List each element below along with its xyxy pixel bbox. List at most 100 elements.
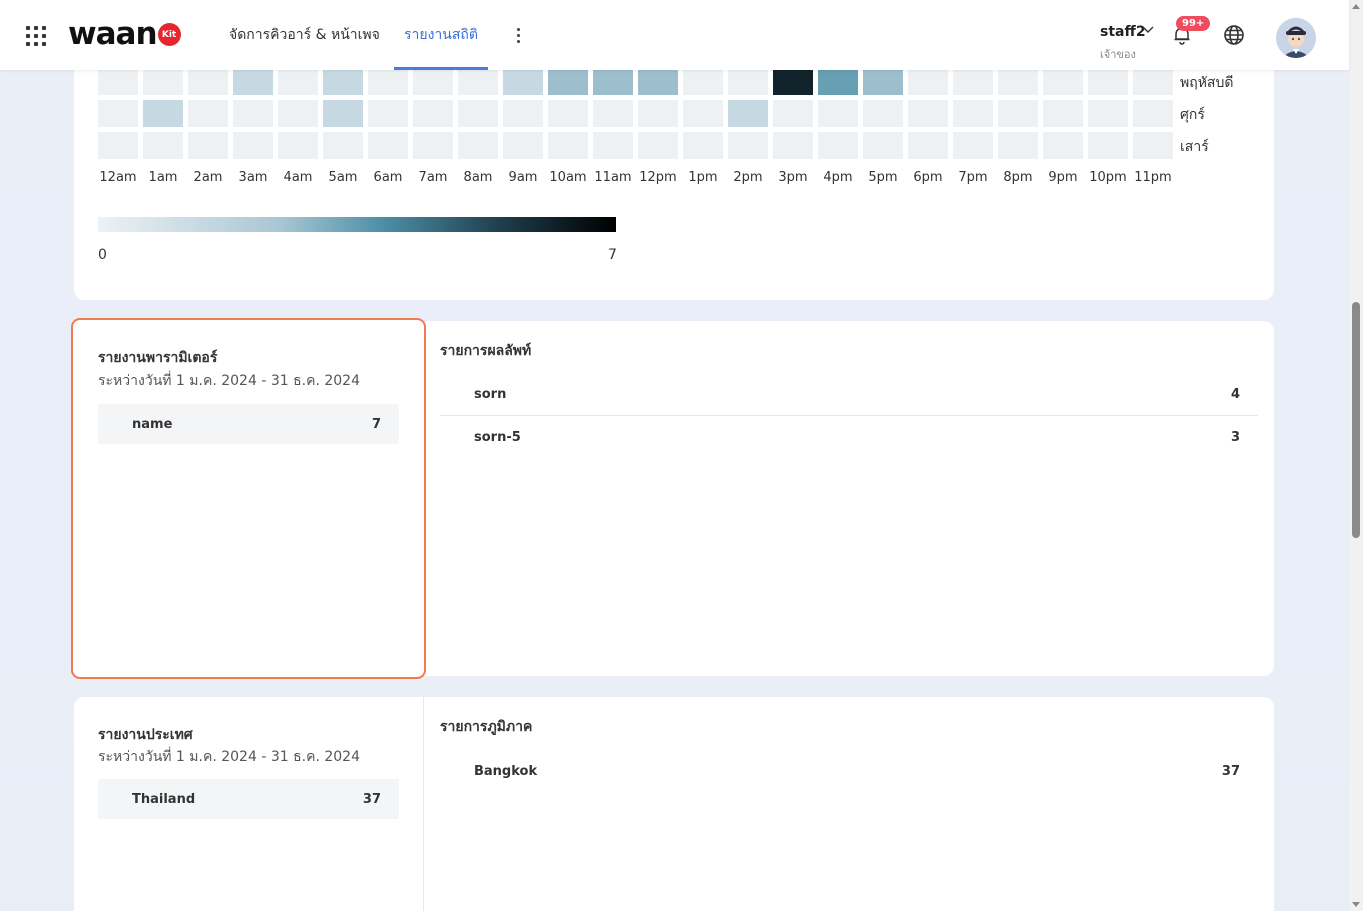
heatmap-cell[interactable] xyxy=(98,132,138,159)
heatmap-cell[interactable] xyxy=(368,100,408,127)
heatmap-cell[interactable] xyxy=(233,132,273,159)
heatmap-cell[interactable] xyxy=(1088,132,1128,159)
heatmap-color-legend xyxy=(98,217,616,232)
heatmap-cell[interactable] xyxy=(593,132,633,159)
heatmap-cell[interactable] xyxy=(323,68,363,95)
heatmap-cell[interactable] xyxy=(908,100,948,127)
heatmap-cell[interactable] xyxy=(773,68,813,95)
heatmap-cell[interactable] xyxy=(593,68,633,95)
heatmap-cell[interactable] xyxy=(413,100,453,127)
heatmap-cell[interactable] xyxy=(818,68,858,95)
heatmap-cell[interactable] xyxy=(188,100,228,127)
heatmap-cell[interactable] xyxy=(908,132,948,159)
heatmap-cell[interactable] xyxy=(638,68,678,95)
heatmap-cell[interactable] xyxy=(548,100,588,127)
heatmap-cell[interactable] xyxy=(863,100,903,127)
user-name[interactable]: staff2 xyxy=(1100,24,1146,40)
heatmap-cell[interactable] xyxy=(323,100,363,127)
heatmap-cell[interactable] xyxy=(683,132,723,159)
tab-manage-qr-pages[interactable]: จัดการคิวอาร์ & หน้าเพจ xyxy=(229,0,380,70)
heatmap-cell[interactable] xyxy=(998,68,1038,95)
heatmap-cell[interactable] xyxy=(98,68,138,95)
heatmap-cell[interactable] xyxy=(458,100,498,127)
scrollbar-thumb[interactable] xyxy=(1352,302,1360,538)
chevron-down-icon[interactable] xyxy=(1142,24,1154,38)
column-divider xyxy=(423,697,424,911)
list-item[interactable]: sorn 4 xyxy=(440,374,1258,416)
heatmap-cell[interactable] xyxy=(278,132,318,159)
globe-icon[interactable] xyxy=(1222,23,1246,47)
heatmap-cell[interactable] xyxy=(458,68,498,95)
heatmap-cell[interactable] xyxy=(503,100,543,127)
heatmap-cell[interactable] xyxy=(728,132,768,159)
heatmap-cell[interactable] xyxy=(593,100,633,127)
scroll-up-arrow-icon[interactable] xyxy=(1352,4,1360,9)
heatmap-cell[interactable] xyxy=(773,100,813,127)
list-item[interactable]: sorn-5 3 xyxy=(440,416,1258,458)
heatmap-cell[interactable] xyxy=(458,132,498,159)
heatmap-cell[interactable] xyxy=(278,68,318,95)
heatmap-cell[interactable] xyxy=(998,132,1038,159)
heatmap-cell[interactable] xyxy=(863,68,903,95)
heatmap-cell[interactable] xyxy=(728,100,768,127)
country-label: Thailand xyxy=(132,791,196,807)
country-row[interactable]: Thailand 37 xyxy=(98,779,399,819)
more-vertical-icon[interactable] xyxy=(508,26,528,46)
heatmap-cell[interactable] xyxy=(908,68,948,95)
waan-kit-logo[interactable]: waan Kit xyxy=(68,16,181,52)
heatmap-cell[interactable] xyxy=(503,132,543,159)
result-value: 3 xyxy=(1230,429,1240,445)
heatmap-cell[interactable] xyxy=(1043,68,1083,95)
heatmap-hour-label: 3am xyxy=(238,170,268,185)
heatmap-cell[interactable] xyxy=(548,68,588,95)
heatmap-cell[interactable] xyxy=(863,132,903,159)
user-role: เจ้าของ xyxy=(1100,48,1136,61)
avatar[interactable] xyxy=(1276,18,1316,58)
heatmap-cell[interactable] xyxy=(413,132,453,159)
heatmap-cell[interactable] xyxy=(638,132,678,159)
heatmap-cell[interactable] xyxy=(368,132,408,159)
parameter-row[interactable]: name 7 xyxy=(98,404,399,444)
parameter-report-panel[interactable]: รายงานพารามิเตอร์ ระหว่างวันที่ 1 ม.ค. 2… xyxy=(71,318,426,679)
heatmap-hour-label: 4am xyxy=(283,170,313,185)
heatmap-cell[interactable] xyxy=(98,100,138,127)
heatmap-cell[interactable] xyxy=(233,100,273,127)
heatmap-cell[interactable] xyxy=(1133,68,1173,95)
heatmap-cell[interactable] xyxy=(548,132,588,159)
page-scrollbar[interactable] xyxy=(1349,0,1363,911)
heatmap-cell[interactable] xyxy=(1133,132,1173,159)
heatmap-cell[interactable] xyxy=(683,68,723,95)
heatmap-day-label: เสาร์ xyxy=(1180,139,1209,155)
heatmap-cell[interactable] xyxy=(323,132,363,159)
heatmap-cell[interactable] xyxy=(1088,100,1128,127)
heatmap-cell[interactable] xyxy=(998,100,1038,127)
heatmap-cell[interactable] xyxy=(143,132,183,159)
heatmap-cell[interactable] xyxy=(953,68,993,95)
heatmap-cell[interactable] xyxy=(143,68,183,95)
list-item[interactable]: Bangkok 37 xyxy=(440,750,1258,792)
heatmap-cell[interactable] xyxy=(773,132,813,159)
heatmap-cell[interactable] xyxy=(368,68,408,95)
heatmap-cell[interactable] xyxy=(1088,68,1128,95)
heatmap-cell[interactable] xyxy=(233,68,273,95)
tab-statistics-report[interactable]: รายงานสถิติ xyxy=(394,0,488,70)
heatmap-cell[interactable] xyxy=(638,100,678,127)
heatmap-cell[interactable] xyxy=(1043,132,1083,159)
heatmap-cell[interactable] xyxy=(728,68,768,95)
heatmap-cell[interactable] xyxy=(413,68,453,95)
heatmap-hour-label: 2am xyxy=(193,170,223,185)
scroll-down-arrow-icon[interactable] xyxy=(1352,902,1360,907)
apps-grid-icon[interactable] xyxy=(26,26,46,46)
heatmap-cell[interactable] xyxy=(503,68,543,95)
heatmap-cell[interactable] xyxy=(953,132,993,159)
heatmap-cell[interactable] xyxy=(278,100,318,127)
heatmap-cell[interactable] xyxy=(818,132,858,159)
heatmap-cell[interactable] xyxy=(818,100,858,127)
heatmap-cell[interactable] xyxy=(188,68,228,95)
heatmap-cell[interactable] xyxy=(143,100,183,127)
heatmap-cell[interactable] xyxy=(953,100,993,127)
heatmap-cell[interactable] xyxy=(1133,100,1173,127)
heatmap-cell[interactable] xyxy=(188,132,228,159)
heatmap-cell[interactable] xyxy=(1043,100,1083,127)
heatmap-cell[interactable] xyxy=(683,100,723,127)
